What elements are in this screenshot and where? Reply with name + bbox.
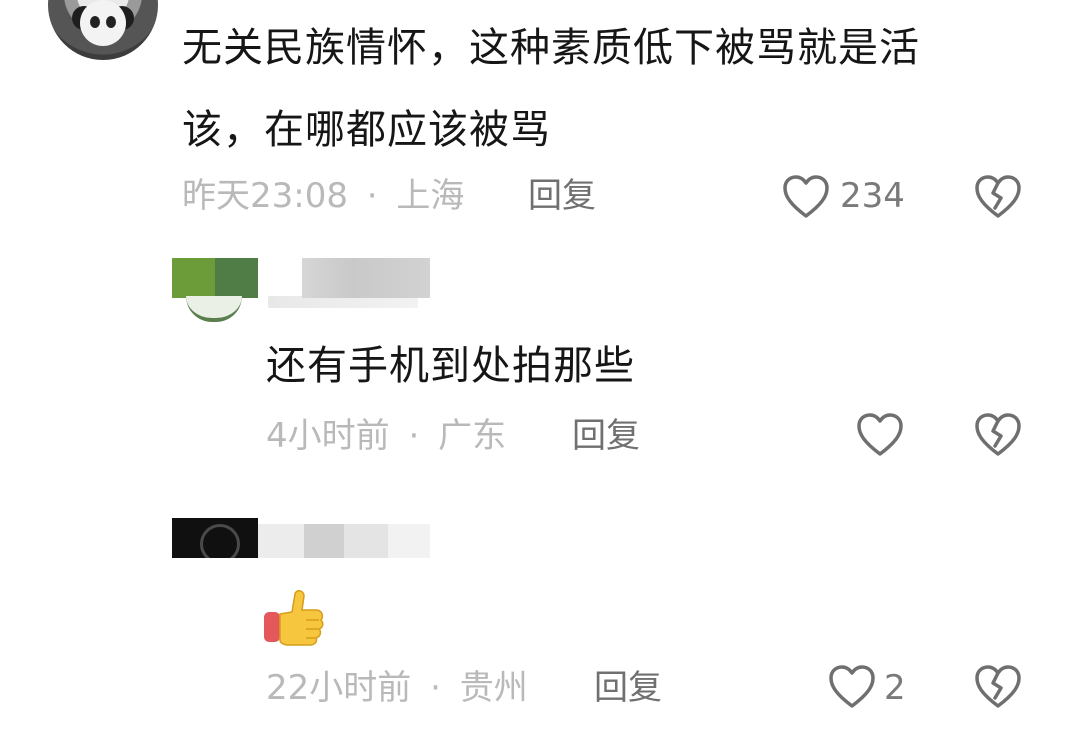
- comment-meta: 4小时前 · 广东: [266, 416, 506, 456]
- comment-text-line: 无关民族情怀，这种素质低下被骂就是活: [182, 25, 920, 71]
- blurred-username: [388, 524, 430, 558]
- comment-time: 昨天23:08: [182, 176, 348, 216]
- like-count: 2: [884, 668, 906, 708]
- thumbs-up-emoji: [262, 588, 324, 646]
- avatar[interactable]: [172, 518, 258, 558]
- comment-location: 贵州: [459, 668, 528, 708]
- reply-button[interactable]: 回复: [572, 416, 640, 456]
- thumbs-up-icon: [264, 590, 324, 646]
- reply-button[interactable]: 回复: [594, 668, 662, 708]
- heart-outline-icon: [857, 413, 903, 456]
- comment-location: 广东: [438, 416, 507, 456]
- dislike-button[interactable]: [974, 174, 1022, 220]
- broken-heart-icon: [975, 413, 1021, 456]
- meta-separator: ·: [366, 176, 378, 216]
- comment-time: 22小时前: [266, 668, 412, 708]
- blurred-username: [258, 524, 304, 558]
- like-button[interactable]: [782, 174, 830, 220]
- dislike-button[interactable]: [974, 664, 1022, 710]
- blurred-username: [302, 258, 430, 298]
- like-button[interactable]: [828, 664, 876, 710]
- meta-separator: ·: [408, 416, 420, 456]
- blurred-username: [304, 524, 344, 558]
- comment-meta: 22小时前 · 贵州: [266, 668, 528, 708]
- comment-text-line: 该，在哪都应该被骂: [182, 107, 551, 153]
- blurred-username: [344, 524, 388, 558]
- like-button[interactable]: [856, 412, 904, 458]
- meta-separator: ·: [430, 668, 441, 708]
- broken-heart-icon: [975, 175, 1021, 218]
- comment-meta: 昨天23:08 · 上海: [182, 176, 464, 216]
- broken-heart-icon: [975, 665, 1021, 708]
- comment-location: 上海: [396, 176, 465, 216]
- like-count: 234: [840, 176, 905, 216]
- reply-button[interactable]: 回复: [528, 176, 596, 216]
- avatar[interactable]: [172, 258, 258, 322]
- comment-text: 无关民族情怀，这种素质低下被骂就是活 该，在哪都应该被骂: [182, 24, 1042, 154]
- avatar[interactable]: [48, 0, 158, 60]
- heart-outline-icon: [783, 175, 829, 218]
- heart-outline-icon: [829, 665, 875, 708]
- comment-time: 4小时前: [266, 416, 390, 456]
- comment-text: 还有手机到处拍那些: [266, 343, 635, 389]
- dislike-button[interactable]: [974, 412, 1022, 458]
